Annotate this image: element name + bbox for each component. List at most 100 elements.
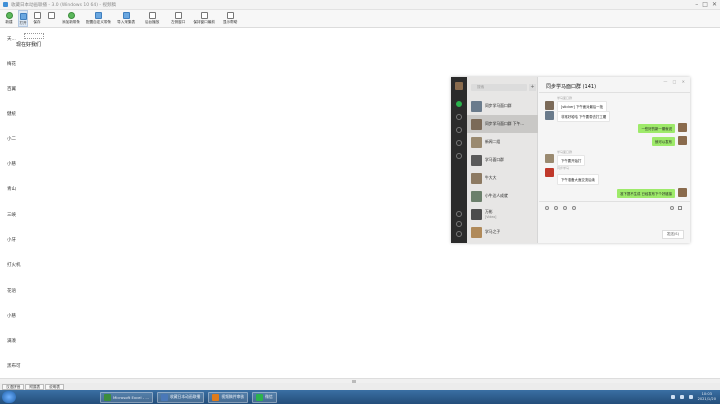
row-label[interactable]: 小二 — [7, 136, 16, 142]
config-strip-button[interactable]: 配置自定义带条 — [86, 10, 111, 25]
conversation-name: 同步学马面口群 — [485, 103, 512, 108]
conversation-item[interactable]: 牛大大 — [467, 169, 538, 187]
open-button[interactable]: 打开 — [18, 10, 28, 27]
selected-text[interactable]: 现在好我们 — [16, 41, 41, 48]
network-icon[interactable] — [670, 394, 675, 399]
add-strip-icon — [67, 12, 75, 19]
row-label[interactable]: 青山 — [7, 186, 16, 192]
print-button[interactable] — [46, 10, 56, 20]
row-label[interactable]: 百翼 — [7, 86, 16, 92]
new-button[interactable]: 新建 — [4, 10, 14, 25]
message-bubble-out[interactable]: 准下提不生成 已经发布下个好链接 — [617, 189, 675, 198]
sheet-tab[interactable]: 附属表 — [25, 383, 45, 390]
new-icon — [5, 12, 13, 19]
phone-icon[interactable] — [456, 211, 462, 217]
row-label[interactable]: 满凑 — [7, 338, 16, 344]
save-icon — [33, 12, 41, 19]
start-button[interactable] — [2, 391, 16, 403]
sender-avatar[interactable] — [545, 154, 554, 163]
left-window-label: 左侧窗口 — [170, 20, 186, 24]
moments-icon[interactable] — [456, 153, 462, 159]
conversation-avatar — [471, 208, 482, 220]
import-button[interactable]: 导入采集表 — [115, 10, 137, 25]
conversation-item[interactable]: 同步学马面口群 — [467, 97, 538, 115]
folder-icon[interactable] — [554, 206, 558, 210]
row-label[interactable]: 健统 — [7, 111, 16, 117]
bg-play-label: 后台播放 — [144, 20, 160, 24]
conversation-avatar — [471, 226, 482, 238]
message-bubble-in[interactable]: 非常好哈哈 下午要带去打工喔 — [557, 111, 611, 122]
help-button[interactable]: 显示帮助 — [219, 10, 241, 25]
emoji-icon[interactable] — [545, 206, 549, 210]
chat-panel: 同步学马面口群 (141) — □ ✕ 学马面口群 [sticker] 下午面对… — [539, 77, 690, 243]
chat-window-controls[interactable]: — □ ✕ — [663, 79, 687, 84]
mini-program-icon[interactable] — [456, 221, 462, 227]
conversation-name: 学马面口群 — [485, 157, 504, 162]
files-icon[interactable] — [456, 140, 462, 146]
message-sender: 学马面口群 — [557, 150, 573, 154]
taskbar-app-excel[interactable]: Microsoft Excel - ... — [100, 391, 153, 403]
minimize-button[interactable]: – — [695, 1, 698, 8]
my-avatar — [678, 188, 687, 197]
my-avatar — [678, 123, 687, 132]
row-label[interactable]: 天... — [7, 36, 16, 42]
message-bubble-out[interactable]: 一些好的新一期就说 — [638, 124, 675, 133]
conversation-name: 小牛达人成就 — [485, 193, 508, 198]
conversation-item-selected[interactable]: 同步学马面口群 下午... — [467, 115, 538, 133]
scissors-icon[interactable] — [563, 206, 567, 210]
sheet-tab[interactable]: 说明表 — [45, 383, 64, 390]
taskbar-app-video[interactable]: 视频稿件审核 — [208, 391, 249, 403]
video-call-icon[interactable] — [678, 206, 682, 210]
conversation-item[interactable]: 小牛达人成就 — [467, 187, 538, 205]
taskbar-app-current[interactable]: 收藏日本动画联播 — [156, 391, 205, 403]
open-icon — [19, 13, 27, 20]
message-bubble-out[interactable]: 就可以发布 — [652, 137, 675, 146]
conversation-item[interactable]: 学马之子 — [467, 223, 538, 241]
row-label[interactable]: 小慈 — [7, 161, 16, 167]
chat-header: 同步学马面口群 (141) — □ ✕ — [539, 77, 690, 93]
app-icon — [3, 2, 8, 7]
pin-window-button[interactable]: 保持窗口最前 — [193, 10, 215, 25]
help-label: 显示帮助 — [222, 20, 238, 24]
input-method-icon[interactable] — [688, 394, 693, 399]
conversation-item[interactable]: 万彬 [Video] — [467, 205, 538, 223]
conversation-item[interactable]: 学马面口群 — [467, 151, 538, 169]
volume-icon[interactable] — [679, 394, 684, 399]
add-strip-button[interactable]: 添加新带条 — [60, 10, 82, 25]
search-input[interactable]: 搜索 — [471, 84, 527, 91]
message-sender: 同步学马 — [557, 166, 570, 170]
message-input-area[interactable]: 发送(S) — [539, 201, 690, 243]
bg-play-button[interactable]: 后台播放 — [141, 10, 163, 25]
chat-history-icon[interactable] — [572, 206, 576, 210]
row-label[interactable]: 小慈 — [7, 313, 16, 319]
sender-avatar[interactable] — [545, 101, 554, 110]
row-label[interactable]: 三峡 — [7, 212, 16, 218]
sheet-tab[interactable]: 汉语拼音 — [2, 383, 25, 390]
add-chat-button[interactable]: + — [529, 84, 536, 91]
row-label[interactable]: 花语 — [7, 288, 16, 294]
clock[interactable]: 10:03 2021/1/20 — [698, 392, 716, 401]
row-label[interactable]: 梅花 — [7, 61, 16, 67]
message-bubble-in[interactable]: 下午要开始打 — [557, 155, 586, 166]
conversation-item[interactable]: 新闻二组 — [467, 133, 538, 151]
input-toolbar — [545, 206, 576, 210]
send-button[interactable]: 发送(S) — [661, 230, 684, 239]
bg-play-icon — [148, 12, 156, 19]
message-bubble-in[interactable]: 下午准备大面交流后续 — [557, 174, 599, 185]
contacts-icon[interactable] — [456, 114, 462, 120]
sender-avatar[interactable] — [545, 111, 554, 120]
menu-icon[interactable] — [456, 231, 462, 237]
voice-call-icon[interactable] — [670, 206, 674, 210]
save-button[interactable]: 保存 — [32, 10, 42, 25]
user-avatar[interactable] — [455, 82, 463, 90]
maximize-button[interactable]: □ — [702, 1, 708, 8]
left-window-button[interactable]: 左侧窗口 — [167, 10, 189, 25]
row-label[interactable]: 打火机 — [7, 262, 21, 268]
favorites-icon[interactable] — [456, 127, 462, 133]
taskbar-app-wechat[interactable]: 微信 — [252, 391, 277, 403]
row-label[interactable]: 小牙 — [7, 237, 16, 243]
close-button[interactable]: ✕ — [712, 1, 717, 8]
sender-avatar[interactable] — [545, 168, 554, 177]
row-label[interactable]: 黑布可 — [7, 363, 21, 369]
chat-icon[interactable] — [456, 101, 462, 107]
